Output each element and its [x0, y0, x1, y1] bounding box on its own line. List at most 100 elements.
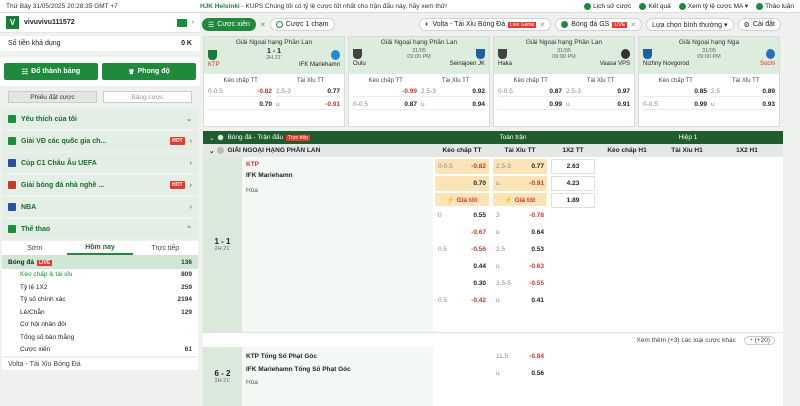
star-icon[interactable] [217, 147, 225, 154]
tab-today[interactable]: Hôm nay [67, 241, 133, 255]
ball-icon [217, 134, 225, 141]
odds-cell[interactable]: 2.63 [551, 159, 595, 174]
odds-cell[interactable]: u -0.91 [493, 176, 547, 191]
discussion-link[interactable]: Thảo luận [756, 2, 794, 10]
match-row: 6 - 2 2H 21' KTP Tổng Số Phạt Góc IFK Mar… [203, 347, 783, 406]
collapse-icon[interactable]: ⌄ [209, 134, 214, 142]
odds-cell[interactable]: u -0.63 [493, 259, 547, 274]
more-bets-button[interactable]: ◔ (+20) [743, 335, 775, 345]
menu-volta[interactable]: Volta - Tài Xỉu Bóng Đá [2, 358, 198, 370]
odds-cell[interactable]: 11.5 -0.84 [493, 349, 547, 364]
odds-cell[interactable]: 2.5-3 0.77 [493, 159, 547, 174]
featured-card[interactable]: Giải Ngoại hạng Phần Lan 31/05 09:00 PM H… [493, 36, 635, 127]
team-crest-icon [208, 49, 217, 60]
results-link[interactable]: Kết quả [639, 2, 671, 10]
one-click-toggle[interactable]: Cược 1 chạm [269, 18, 335, 31]
balance-row: Số tiền khả dụng 0 K [0, 36, 200, 51]
odds-cell[interactable]: 0.44 [435, 259, 489, 274]
chat-icon [756, 2, 764, 10]
chevron-right-icon[interactable]: › [192, 19, 194, 26]
table-view-button[interactable]: ☷ Đổ thành bảng [4, 63, 98, 80]
settings-button[interactable]: ⚙ Cài đặt [737, 18, 781, 31]
tab-bet-list[interactable]: Bảng cược [103, 91, 192, 103]
odds-cell[interactable]: 0.5 -0.42 [435, 293, 489, 308]
list-item[interactable]: Kèo chấp & tài xỉu 809 [2, 269, 198, 282]
left-sidebar: V vivuvivu111572 › Số tiền khả dụng 0 K … [0, 13, 200, 400]
bet-history-link[interactable]: Lịch sử cược [584, 2, 631, 10]
volta-icon: ◐ [425, 21, 430, 28]
ball-icon [8, 225, 16, 233]
odds-cell[interactable]: u 0.41 [493, 293, 547, 308]
chevron-right-icon: › [189, 181, 192, 189]
menu-favorites[interactable]: Yêu thích của tôi ⌄ [2, 109, 198, 129]
menu-sports[interactable]: Thể thao ⌃ [2, 219, 198, 239]
odds-cell[interactable]: u 0.64 [493, 225, 547, 240]
list-icon: ☰ [208, 21, 215, 29]
odds-cell[interactable]: 4.23 [551, 176, 595, 191]
star-icon [8, 115, 16, 123]
odds-cell[interactable]: 0.70 [435, 176, 489, 191]
list-item[interactable]: Cược xiên 61 [2, 344, 198, 357]
volta-tab[interactable]: ◐ Volta - Tài Xỉu Bóng Đá Live Game ✕ [419, 18, 552, 31]
odds-cell[interactable]: 0.30 [435, 276, 489, 291]
more-bets-row[interactable]: Xem thêm (+3) các loại cược khác ◔ (+20) [203, 333, 783, 347]
balance-value: 0 K [181, 40, 192, 47]
menu-nba[interactable]: NBA › [2, 197, 198, 217]
close-icon[interactable]: ✕ [539, 21, 545, 29]
news-ticker[interactable]: HJK Helsinki - KUPS:Chúng tôi có tỷ lệ c… [200, 3, 584, 10]
odds-format-select[interactable]: Xem tỷ lệ cược MA ▾ [678, 2, 748, 10]
odds-cell[interactable]: 0-0.5 -0.82 [435, 159, 489, 174]
odds-cell[interactable]: 1.89 [551, 193, 595, 208]
team-crest-icon [330, 49, 340, 60]
close-icon[interactable]: ✕ [260, 21, 266, 29]
chevron-right-icon: › [189, 137, 192, 145]
tab-live[interactable]: Trực tiếp [133, 241, 198, 255]
menu-ucl[interactable]: Cúp C1 Châu Âu UEFA › [2, 153, 198, 173]
results-icon [639, 2, 647, 10]
menu-national-leagues[interactable]: Giải VĐ các quốc gia ch... HOT › [2, 131, 198, 151]
sport-football[interactable]: Bóng đá LIVE 136 [2, 256, 198, 269]
odds-cell[interactable]: u 0.56 [493, 366, 547, 381]
odds-cell[interactable]: 3 -0.78 [493, 208, 547, 223]
odds-cell[interactable]: -0.67 [435, 225, 489, 240]
menu-pro-league[interactable]: Giải bóng đá nhà nghề ... HOT › [2, 175, 198, 195]
odds-cell[interactable]: 2.5 0.53 [493, 242, 547, 257]
handicap-column: 0-0.5 -0.82 0.70 ⚡ Giá tốt 0 0.55 -0.67 0.… [433, 157, 491, 332]
list-item[interactable]: Tỷ lệ 1X2 259 [2, 281, 198, 294]
list-item[interactable]: Tỷ số chính xác 2194 [2, 294, 198, 307]
list-item[interactable]: Tổng số bàn thắng [2, 331, 198, 344]
featured-card[interactable]: Giải Ngoại hạng Phần Lan 31/05 09:00 PM O… [348, 36, 490, 127]
team-crest-icon [643, 49, 652, 59]
ucl-icon [8, 159, 16, 167]
league-icon [8, 181, 16, 189]
sort-select[interactable]: Lựa chọn bình thường ▾ [646, 18, 734, 31]
gs-tab[interactable]: Bóng đá GS LIVE ✕ [555, 18, 643, 31]
close-icon[interactable]: ✕ [630, 21, 636, 29]
team-crest-icon [475, 49, 485, 59]
team-crest-icon [765, 49, 775, 59]
datetime: Thứ Bảy 31/05/2025 20:28:35 GMT +7 [6, 2, 118, 10]
featured-card[interactable]: Giải Ngoại hạng Phần Lan 1 - 1 2H 21' KTP… [203, 36, 345, 127]
list-item[interactable]: Cơ hội nhân đôi [2, 319, 198, 332]
main-content: ☰ Cược xiên ✕ Cược 1 chạm ◐ Volta - Tài Xỉ… [200, 13, 783, 406]
wallet-icon[interactable] [176, 18, 187, 27]
form-button[interactable]: ♛ Phong độ [102, 63, 196, 80]
featured-matches: Giải Ngoại hạng Phần Lan 1 - 1 2H 21' KTP… [200, 36, 783, 127]
match-score: 1 - 1 [214, 237, 231, 246]
top-bar: Thứ Bảy 31/05/2025 20:28:35 GMT +7 HJK H… [0, 0, 800, 13]
tab-bet-slip[interactable]: Phiếu đặt cược [8, 91, 97, 103]
odds-cell[interactable]: 3.5-5 -0.55 [493, 276, 547, 291]
odds-cell[interactable]: 0 0.55 [435, 208, 489, 223]
featured-card[interactable]: Giải Ngoại hạng Nga 31/05 09:00 PM Nizhny… [638, 36, 780, 127]
ball-icon [561, 21, 569, 28]
scrollbar[interactable] [783, 13, 800, 400]
team-crest-icon [353, 49, 362, 59]
list-item[interactable]: Lẻ/Chẵn 129 [2, 306, 198, 319]
chevron-down-icon: ⌄ [186, 116, 192, 123]
table-icon: ☷ [21, 68, 29, 76]
parlay-tab[interactable]: ☰ Cược xiên [202, 18, 256, 31]
league-header[interactable]: ⌄ GIẢI NGOẠI HẠNG PHẦN LAN Kèo chấp TT Tà… [203, 144, 783, 157]
tab-early[interactable]: Sớm [2, 241, 67, 255]
odds-icon [678, 2, 686, 10]
odds-cell[interactable]: 0.5 -0.56 [435, 242, 489, 257]
